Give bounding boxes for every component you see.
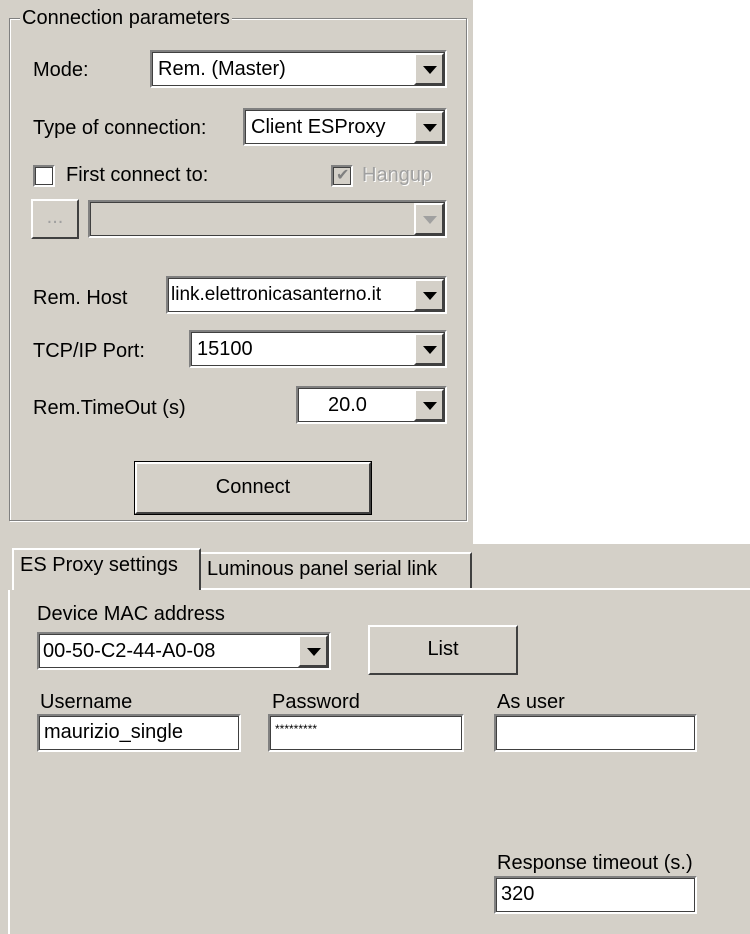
connection-group-title: Connection parameters <box>20 6 232 30</box>
chevron-down-icon[interactable] <box>414 53 444 85</box>
chevron-down-icon[interactable] <box>414 111 444 143</box>
response-timeout-field[interactable]: 320 <box>494 876 697 914</box>
connection-panel: Connection parameters Mode: Rem. (Master… <box>0 0 473 544</box>
username-field[interactable]: maurizio_single <box>37 714 241 752</box>
browse-button[interactable]: ... <box>31 199 79 239</box>
tcp-port-label: TCP/IP Port: <box>33 340 145 362</box>
tab-panel: ES Proxy settings Luminous panel serial … <box>0 544 750 934</box>
password-field[interactable]: ********* <box>268 714 464 752</box>
rem-timeout-value: 20.0 <box>328 394 367 416</box>
chevron-down-icon[interactable] <box>414 279 444 311</box>
first-connect-select[interactable] <box>88 200 447 238</box>
rem-host-label: Rem. Host <box>33 287 128 309</box>
as-user-field[interactable] <box>494 714 697 752</box>
list-button[interactable]: List <box>368 625 518 675</box>
first-connect-checkbox[interactable] <box>33 165 55 187</box>
chevron-down-icon[interactable] <box>414 333 444 365</box>
chevron-down-icon[interactable] <box>298 635 328 667</box>
tab-luminous-panel-serial-link-label: Luminous panel serial link <box>207 558 438 580</box>
hangup-label: Hangup <box>362 164 433 186</box>
mac-address-select[interactable]: 00-50-C2-44-A0-08 <box>37 632 331 670</box>
password-label: Password <box>272 691 360 713</box>
mac-address-label: Device MAC address <box>37 603 225 625</box>
tcp-port-select[interactable]: 15100 <box>189 330 447 368</box>
mode-label: Mode: <box>33 59 89 81</box>
rem-host-select[interactable]: link.elettronicasanterno.it <box>166 276 447 314</box>
tab-page-left-border <box>8 590 10 934</box>
connection-groupbox <box>9 18 467 521</box>
tab-luminous-panel-serial-link[interactable]: Luminous panel serial link <box>201 552 472 588</box>
connect-button[interactable]: Connect <box>134 461 372 515</box>
chevron-down-icon[interactable] <box>414 203 444 235</box>
type-of-connection-label: Type of connection: <box>33 117 207 139</box>
mode-select[interactable]: Rem. (Master) <box>150 50 447 88</box>
hangup-checkbox[interactable]: ✔ <box>331 165 353 187</box>
tab-page-top-border <box>201 588 750 590</box>
tab-es-proxy-settings[interactable]: ES Proxy settings <box>12 548 201 590</box>
rem-timeout-select[interactable]: 20.0 <box>296 386 447 424</box>
tcp-port-value: 15100 <box>197 338 253 360</box>
tab-es-proxy-settings-label: ES Proxy settings <box>20 554 178 576</box>
mode-value: Rem. (Master) <box>158 58 286 80</box>
chevron-down-icon[interactable] <box>414 389 444 421</box>
mac-address-value: 00-50-C2-44-A0-08 <box>43 640 216 662</box>
type-of-connection-value: Client ESProxy <box>251 116 386 138</box>
rem-host-value: link.elettronicasanterno.it <box>171 284 382 305</box>
type-of-connection-select[interactable]: Client ESProxy <box>243 108 447 146</box>
username-label: Username <box>40 691 133 713</box>
checkmark-icon: ✔ <box>336 167 350 184</box>
rem-timeout-label: Rem.TimeOut (s) <box>33 397 186 419</box>
first-connect-label: First connect to: <box>66 164 209 186</box>
response-timeout-label: Response timeout (s.) <box>497 852 693 874</box>
as-user-label: As user <box>497 691 565 713</box>
